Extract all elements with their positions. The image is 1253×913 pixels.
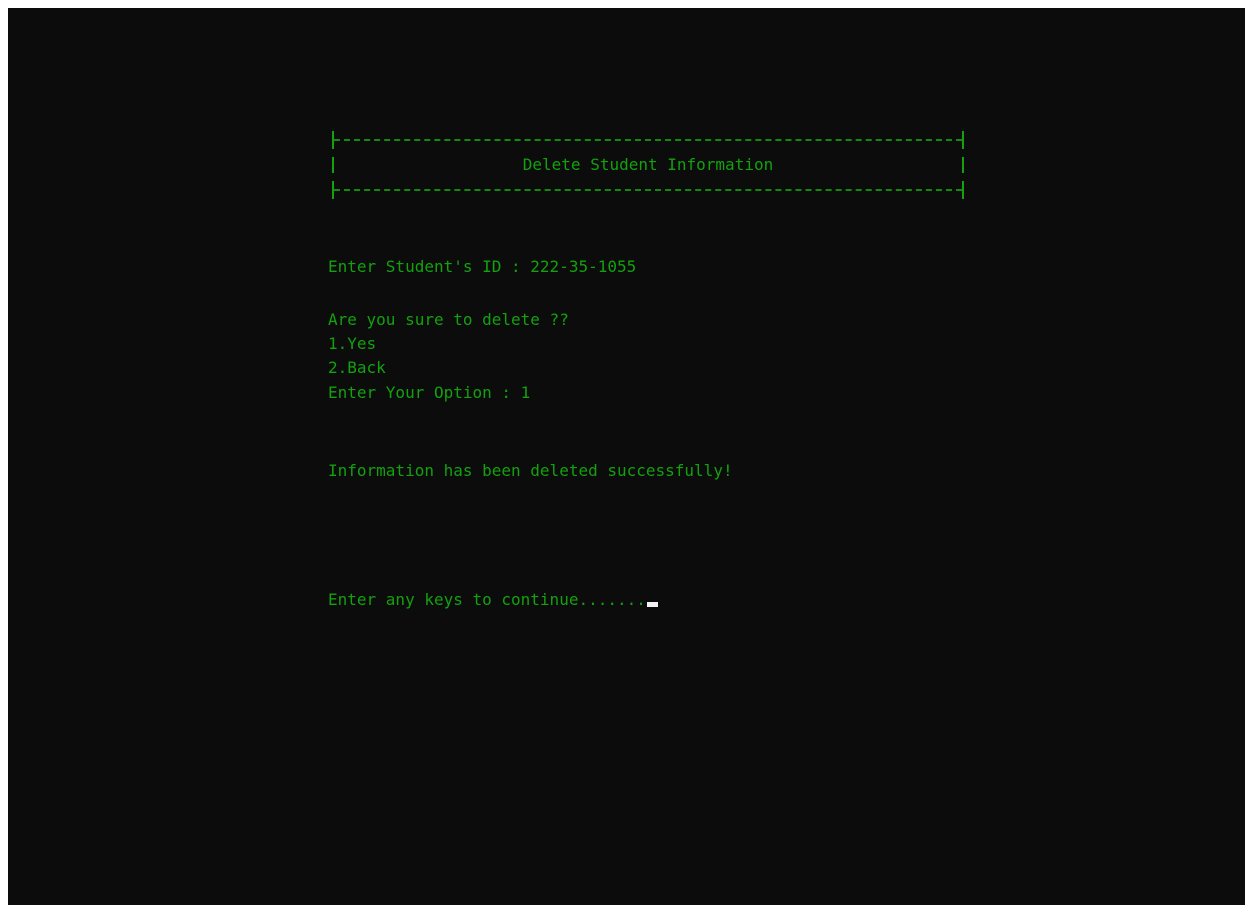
banner-left-border: [332, 181, 334, 199]
banner-bottom-rule: [334, 189, 962, 191]
text-cursor: [646, 602, 658, 607]
banner-right-border: [962, 181, 964, 199]
continue-prompt: Enter any keys to continue.......: [328, 590, 646, 609]
confirm-prompt: Are you sure to delete ??: [328, 310, 569, 329]
banner-right-border: [962, 131, 964, 149]
option-entry-prompt: Enter Your Option : 1: [328, 383, 531, 402]
menu-banner: Delete Student Information: [330, 127, 966, 203]
option-back: 2.Back: [328, 358, 386, 377]
continue-prompt-line[interactable]: Enter any keys to continue.......: [328, 588, 658, 612]
banner-left-border: [332, 131, 334, 149]
banner-title: Delete Student Information: [522, 155, 774, 174]
option-yes: 1.Yes: [328, 334, 377, 353]
student-id-prompt: Enter Student's ID : 222-35-1055: [328, 257, 637, 276]
console-window[interactable]: Delete Student Information Enter Student…: [8, 8, 1245, 905]
banner-top-rule: [334, 139, 962, 141]
success-message: Information has been deleted successfull…: [328, 461, 733, 480]
